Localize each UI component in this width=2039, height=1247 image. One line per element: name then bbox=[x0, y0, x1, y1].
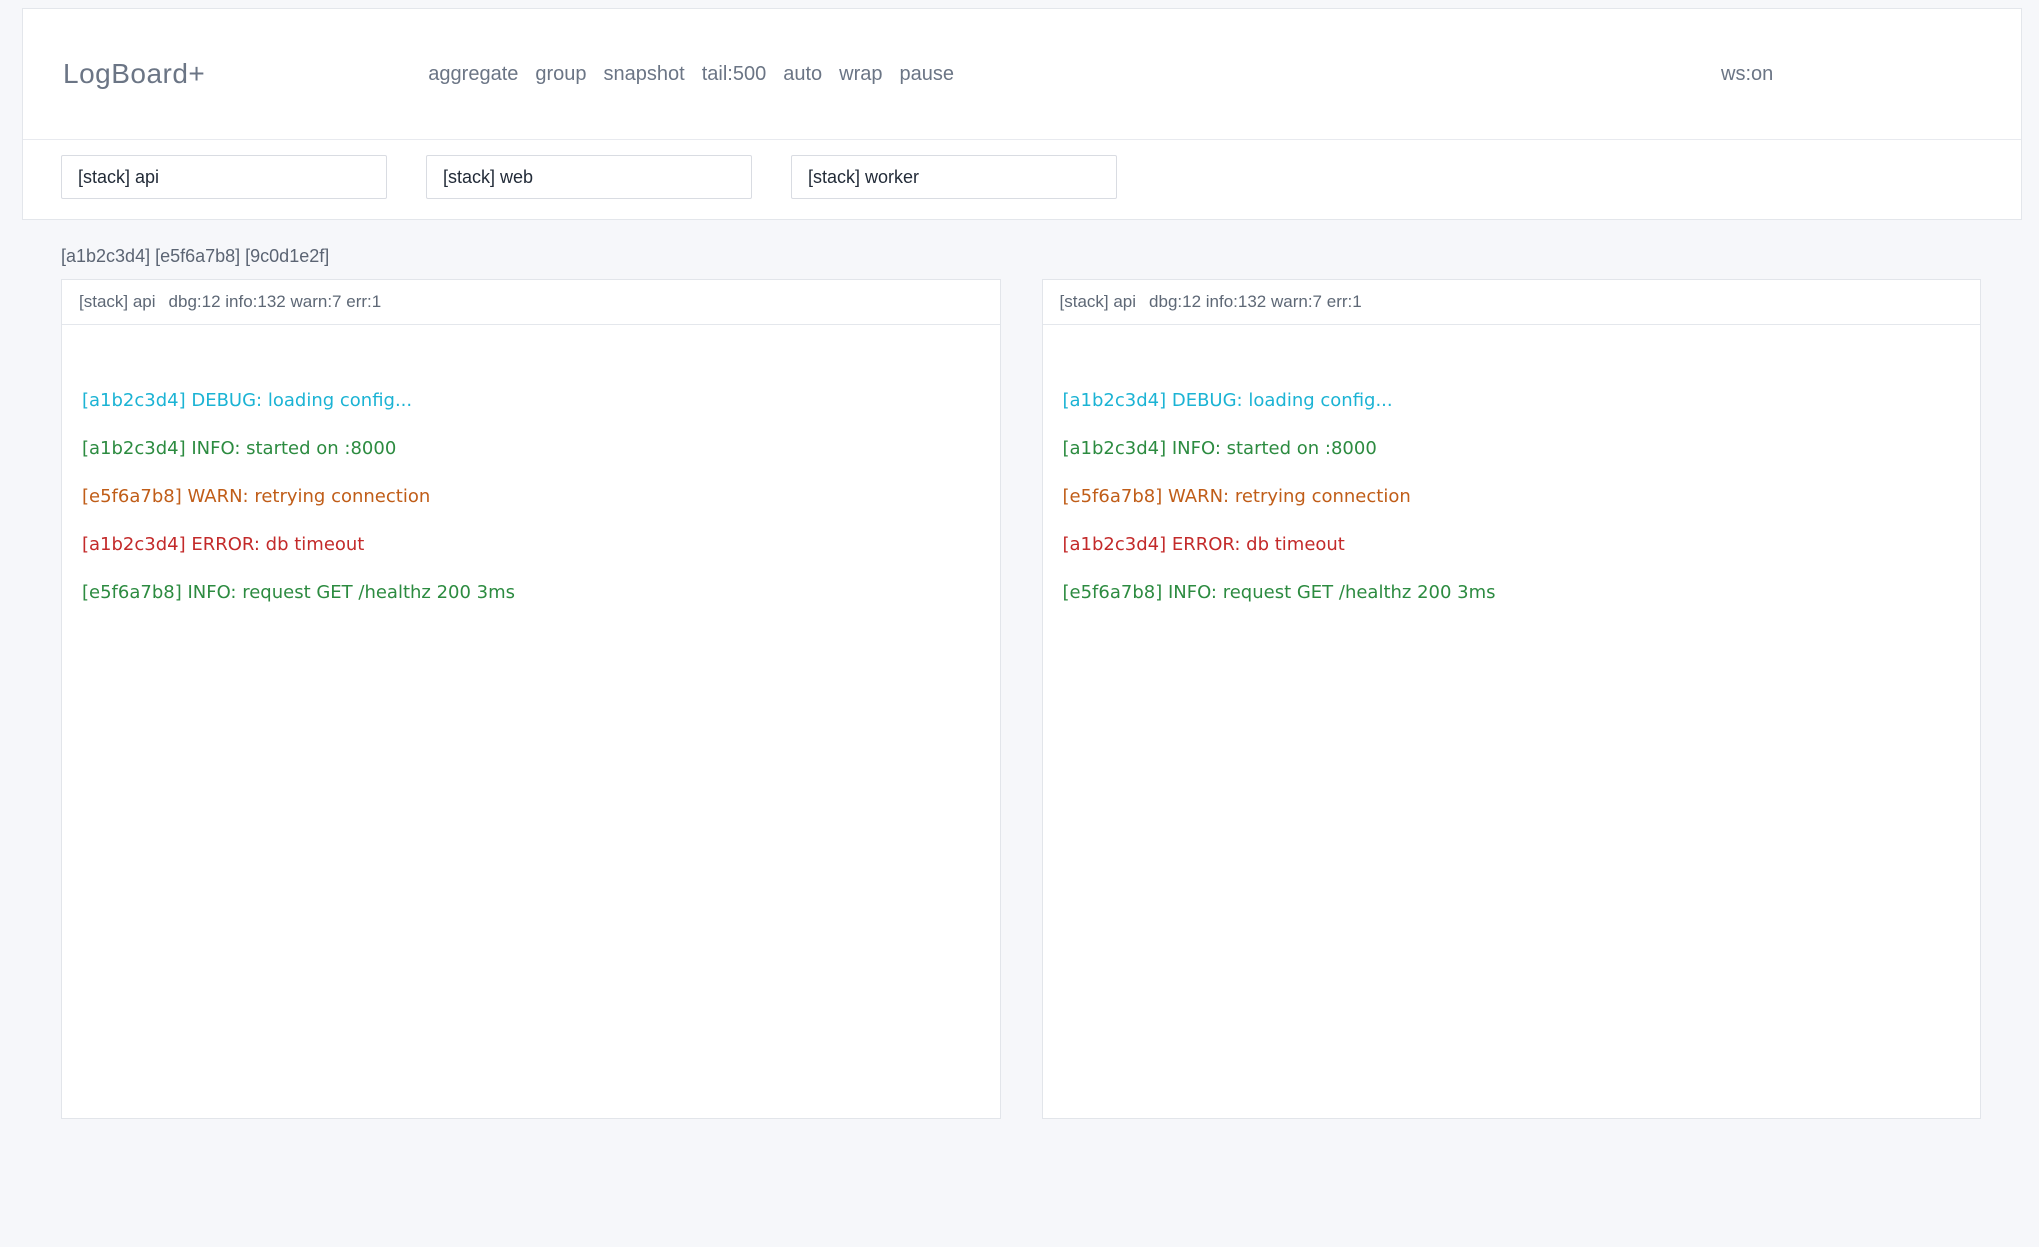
ws-status: ws:on bbox=[1721, 63, 1981, 86]
log-line-debug: [a1b2c3d4] DEBUG: loading config... bbox=[1063, 377, 1961, 425]
log-line-info: [e5f6a7b8] INFO: request GET /healthz 20… bbox=[1063, 569, 1961, 617]
menu-aggregate[interactable]: aggregate bbox=[428, 63, 518, 86]
log-scroll-area[interactable]: [a1b2c3d4] DEBUG: loading config...[a1b2… bbox=[62, 325, 1000, 1118]
panel-stream-name: [stack] api bbox=[79, 292, 156, 312]
log-scroll-area[interactable]: [a1b2c3d4] DEBUG: loading config...[a1b2… bbox=[1043, 325, 1981, 1118]
filter-row bbox=[23, 139, 2021, 219]
app-header: LogBoard+ aggregate group snapshot tail:500… bbox=[23, 9, 2021, 139]
log-panel: [stack] api dbg:12 info:132 warn:7 err:1… bbox=[1042, 279, 1982, 1119]
menu-auto[interactable]: auto bbox=[783, 63, 822, 86]
filter-input-1[interactable] bbox=[61, 155, 387, 199]
log-line-info: [a1b2c3d4] INFO: started on :8000 bbox=[1063, 425, 1961, 473]
log-panel: [stack] api dbg:12 info:132 warn:7 err:1… bbox=[61, 279, 1001, 1119]
filter-input-3[interactable] bbox=[791, 155, 1117, 199]
panel-level-counts: dbg:12 info:132 warn:7 err:1 bbox=[169, 292, 382, 312]
menu-pause[interactable]: pause bbox=[900, 63, 955, 86]
log-panel-header: [stack] api dbg:12 info:132 warn:7 err:1 bbox=[1043, 280, 1981, 325]
app-title: LogBoard+ bbox=[63, 58, 205, 90]
menu-tail-500[interactable]: tail:500 bbox=[702, 63, 767, 86]
panel-level-counts: dbg:12 info:132 warn:7 err:1 bbox=[1149, 292, 1362, 312]
menu-snapshot[interactable]: snapshot bbox=[604, 63, 685, 86]
toolbar-card: LogBoard+ aggregate group snapshot tail:500… bbox=[22, 8, 2022, 220]
log-line-warn: [e5f6a7b8] WARN: retrying connection bbox=[82, 473, 980, 521]
filter-input-2[interactable] bbox=[426, 155, 752, 199]
log-line-error: [a1b2c3d4] ERROR: db timeout bbox=[82, 521, 980, 569]
log-line-error: [a1b2c3d4] ERROR: db timeout bbox=[1063, 521, 1961, 569]
menu-wrap[interactable]: wrap bbox=[839, 63, 882, 86]
panel-stream-name: [stack] api bbox=[1060, 292, 1137, 312]
log-line-info: [e5f6a7b8] INFO: request GET /healthz 20… bbox=[82, 569, 980, 617]
log-line-info: [a1b2c3d4] INFO: started on :8000 bbox=[82, 425, 980, 473]
log-line-warn: [e5f6a7b8] WARN: retrying connection bbox=[1063, 473, 1961, 521]
menu-group[interactable]: group bbox=[535, 63, 586, 86]
panels-grid: [stack] api dbg:12 info:132 warn:7 err:1… bbox=[61, 279, 1981, 1119]
toolbar-menu: aggregate group snapshot tail:500 auto wrappa… bbox=[428, 63, 954, 86]
log-panel-header: [stack] api dbg:12 info:132 warn:7 err:1 bbox=[62, 280, 1000, 325]
log-line-debug: [a1b2c3d4] DEBUG: loading config... bbox=[82, 377, 980, 425]
trace-id-list: [a1b2c3d4] [e5f6a7b8] [9c0d1e2f] bbox=[61, 246, 2039, 267]
